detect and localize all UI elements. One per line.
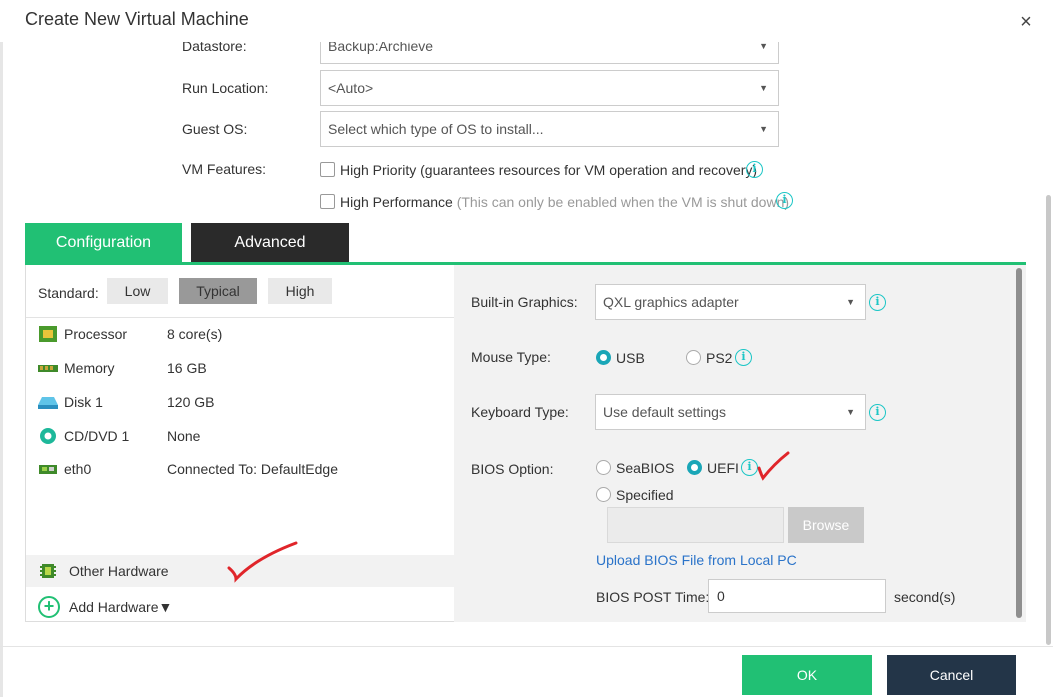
divider xyxy=(26,317,454,318)
add-hardware-label: Add Hardware▼ xyxy=(69,599,173,615)
chip-icon xyxy=(40,564,56,578)
chevron-down-icon: ▼ xyxy=(846,407,855,417)
info-icon[interactable]: i xyxy=(869,404,886,421)
hardware-value: 16 GB xyxy=(167,360,207,376)
hardware-name: Memory xyxy=(64,360,115,376)
annotation-checkmark xyxy=(757,451,790,481)
dialog-scrollbar[interactable] xyxy=(1046,195,1051,645)
bios-seabios-radio[interactable] xyxy=(596,460,611,475)
upload-bios-link[interactable]: Upload BIOS File from Local PC xyxy=(596,552,797,568)
high-performance-note: (This can only be enabled when the VM is… xyxy=(456,194,790,210)
mouse-usb-label: USB xyxy=(616,350,645,366)
hardware-row-processor[interactable]: Processor 8 core(s) xyxy=(38,324,448,348)
hardware-name: CD/DVD 1 xyxy=(64,428,130,444)
chevron-down-icon: ▼ xyxy=(759,124,768,134)
dialog-title: Create New Virtual Machine xyxy=(25,9,249,29)
info-icon[interactable]: i xyxy=(776,192,793,209)
hardware-value: None xyxy=(167,428,201,444)
ok-button[interactable]: OK xyxy=(742,655,872,695)
run-location-value: <Auto> xyxy=(328,80,374,96)
info-icon[interactable]: i xyxy=(869,294,886,311)
guest-os-placeholder: Select which type of OS to install... xyxy=(328,121,544,137)
vm-features-label: VM Features: xyxy=(182,161,267,177)
info-icon[interactable]: i xyxy=(735,349,752,366)
browse-button[interactable]: Browse xyxy=(788,507,864,543)
run-location-label: Run Location: xyxy=(182,80,269,96)
hardware-row-cd-dvd[interactable]: CD/DVD 1 None xyxy=(38,426,448,450)
chevron-down-icon: ▼ xyxy=(846,297,855,307)
built-in-graphics-label: Built-in Graphics: xyxy=(471,294,578,310)
dialog-title-bar: Create New Virtual Machine × xyxy=(0,0,1053,42)
mouse-usb-radio[interactable] xyxy=(596,350,611,365)
hardware-name: Disk 1 xyxy=(64,394,103,410)
network-icon xyxy=(39,465,57,474)
cancel-button[interactable]: Cancel xyxy=(887,655,1016,695)
bios-uefi-radio[interactable] xyxy=(687,460,702,475)
bios-option-label: BIOS Option: xyxy=(471,461,554,477)
hardware-value: Connected To: DefaultEdge xyxy=(167,461,338,477)
standard-label: Standard: xyxy=(38,285,99,301)
built-in-graphics-select[interactable]: QXL graphics adapter ▼ xyxy=(595,284,866,320)
processor-icon xyxy=(39,326,57,342)
bios-uefi-label: UEFI xyxy=(707,460,739,476)
bios-specified-label: Specified xyxy=(616,487,674,503)
standard-typical-button[interactable]: Typical xyxy=(179,278,257,304)
built-in-graphics-value: QXL graphics adapter xyxy=(603,294,739,310)
post-time-unit: second(s) xyxy=(894,589,956,605)
standard-high-button[interactable]: High xyxy=(268,278,332,304)
high-priority-checkbox[interactable] xyxy=(320,162,335,177)
mouse-ps2-radio[interactable] xyxy=(686,350,701,365)
bios-file-path-field[interactable] xyxy=(607,507,784,543)
guest-os-select[interactable]: Select which type of OS to install... ▼ xyxy=(320,111,779,147)
hardware-row-disk[interactable]: Disk 1 120 GB xyxy=(38,392,448,416)
memory-icon xyxy=(38,365,58,372)
tab-configuration[interactable]: Configuration xyxy=(25,223,182,262)
guest-os-label: Guest OS: xyxy=(182,121,248,137)
hardware-row-memory[interactable]: Memory 16 GB xyxy=(38,358,448,382)
keyboard-type-select[interactable]: Use default settings ▼ xyxy=(595,394,866,430)
dialog-body: Datastore: Backup:Archieve ▼ Run Locatio… xyxy=(0,0,1053,647)
other-hardware-label: Other Hardware xyxy=(69,563,169,579)
hardware-row-eth0[interactable]: eth0 Connected To: DefaultEdge xyxy=(38,459,448,483)
keyboard-type-value: Use default settings xyxy=(603,404,726,420)
bios-specified-radio[interactable] xyxy=(596,487,611,502)
add-icon: + xyxy=(38,596,60,618)
keyboard-type-label: Keyboard Type: xyxy=(471,404,569,420)
hardware-value: 120 GB xyxy=(167,394,215,410)
hardware-value: 8 core(s) xyxy=(167,326,223,342)
cd-dvd-icon xyxy=(40,428,56,444)
bios-post-time-input[interactable]: 0 xyxy=(708,579,886,613)
panel-scrollbar[interactable] xyxy=(1016,268,1022,618)
high-performance-checkbox[interactable] xyxy=(320,194,335,209)
standard-low-button[interactable]: Low xyxy=(107,278,168,304)
high-performance-label: High Performance (This can only be enabl… xyxy=(340,194,789,210)
mouse-type-label: Mouse Type: xyxy=(471,349,551,365)
mouse-ps2-label: PS2 xyxy=(706,350,733,366)
hardware-name: Processor xyxy=(64,326,128,342)
footer-divider xyxy=(0,646,1053,647)
chevron-down-icon: ▼ xyxy=(759,83,768,93)
high-priority-label: High Priority (guarantees resources for … xyxy=(340,162,757,178)
bios-post-time-label: BIOS POST Time: xyxy=(596,589,710,605)
info-icon[interactable]: i xyxy=(746,161,763,178)
bios-seabios-label: SeaBIOS xyxy=(616,460,675,476)
disk-icon xyxy=(38,397,58,409)
run-location-select[interactable]: <Auto> ▼ xyxy=(320,70,779,106)
create-vm-dialog: Datastore: Backup:Archieve ▼ Run Locatio… xyxy=(0,0,1053,697)
close-icon[interactable]: × xyxy=(1016,12,1036,32)
high-performance-text: High Performance xyxy=(340,194,453,210)
high-priority-text: High Priority (guarantees resources for … xyxy=(340,162,758,178)
annotation-checkmark xyxy=(227,541,298,583)
tab-advanced[interactable]: Advanced xyxy=(191,223,349,262)
hardware-name: eth0 xyxy=(64,461,92,477)
